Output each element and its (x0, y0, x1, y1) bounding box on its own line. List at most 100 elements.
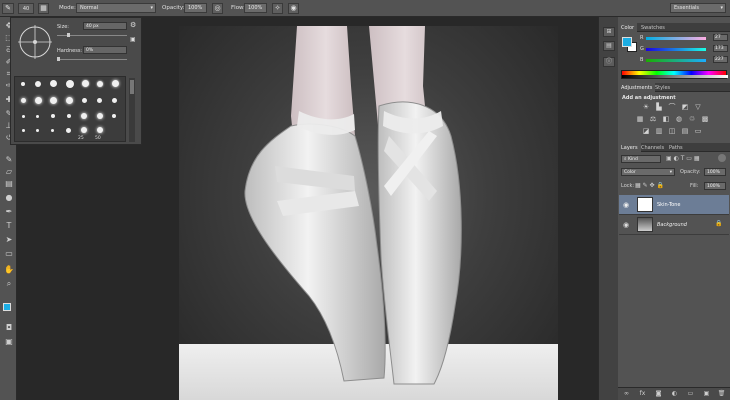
invert-icon[interactable]: ◪ (642, 127, 650, 135)
brush-preset[interactable] (66, 97, 73, 104)
color-balance-icon[interactable]: ⚖ (649, 115, 657, 123)
brush-preset[interactable] (50, 97, 57, 104)
brush-preset[interactable] (67, 114, 71, 118)
flow-field[interactable]: 100% (244, 3, 267, 13)
visibility-eye-icon[interactable]: ◉ (623, 201, 629, 209)
posterize-icon[interactable]: ▥ (655, 127, 663, 135)
brush-preset-picker[interactable]: 40 (18, 3, 34, 14)
tab-paths[interactable]: Paths (666, 143, 686, 153)
info-panel-icon[interactable]: ⓘ (603, 57, 615, 67)
eraser-tool-icon[interactable]: ▱ (4, 167, 14, 177)
brush-preset[interactable] (36, 129, 39, 132)
layer-row[interactable]: ◉ Background 🔒 (619, 215, 729, 235)
brush-preset[interactable] (112, 98, 117, 103)
new-adjustment-icon[interactable]: ◐ (670, 390, 679, 398)
brush-preset[interactable] (21, 98, 26, 103)
color-lookup-icon[interactable]: ▩ (701, 115, 709, 123)
gear-icon[interactable]: ⚙ (130, 21, 136, 29)
brush-preset[interactable] (112, 114, 116, 118)
brush-preset[interactable] (66, 128, 71, 133)
foreground-color-swatch[interactable] (622, 37, 632, 47)
brush-preset[interactable] (36, 115, 39, 118)
layer-filter-select[interactable]: ⌕ Kind (621, 155, 661, 163)
mode-select[interactable]: Normal ▾ (76, 3, 156, 13)
tab-swatches[interactable]: Swatches (638, 23, 668, 33)
blue-value[interactable]: 227 (713, 56, 728, 63)
brush-preset[interactable] (81, 113, 87, 119)
fill-field[interactable]: 100% (704, 182, 726, 190)
filter-toggle[interactable] (718, 154, 726, 162)
quick-mask-icon[interactable]: ◘ (4, 323, 14, 333)
pressure-size-icon[interactable]: ◉ (288, 3, 299, 14)
visibility-eye-icon[interactable]: ◉ (623, 221, 629, 229)
pen-tool-icon[interactable]: ✒ (4, 207, 14, 217)
gradient-tool-icon[interactable]: ▤ (4, 179, 14, 189)
brush-preset[interactable] (97, 98, 102, 103)
lock-icons[interactable]: ▦ ✎ ✥ 🔒 (635, 182, 664, 189)
new-layer-icon[interactable]: ▣ (702, 390, 711, 398)
brush-preset[interactable] (35, 81, 41, 87)
red-value[interactable]: 27 (713, 34, 728, 41)
zoom-tool-icon[interactable]: ⌕ (4, 279, 14, 289)
new-preset-icon[interactable]: ▣ (130, 36, 136, 43)
exposure-icon[interactable]: ◩ (681, 103, 689, 111)
vibrance-icon[interactable]: ▽ (694, 103, 702, 111)
dodge-tool-icon[interactable]: ● (4, 193, 14, 203)
preset-scrollbar[interactable] (129, 78, 135, 142)
path-select-tool-icon[interactable]: ➤ (4, 235, 14, 245)
pressure-opacity-icon[interactable]: ◎ (212, 3, 223, 14)
foreground-color-swatch[interactable] (3, 303, 11, 311)
link-layers-icon[interactable]: ∞ (622, 390, 631, 398)
layer-row-selected[interactable]: ◉ Skin-Tone (619, 195, 729, 215)
brush-preset[interactable] (51, 114, 55, 118)
brush-preset[interactable] (50, 80, 57, 87)
brush-preset[interactable] (51, 129, 54, 132)
hue-saturation-icon[interactable]: ▦ (636, 115, 644, 123)
green-value[interactable]: 173 (713, 45, 728, 52)
brush-preset[interactable] (66, 80, 74, 88)
hand-tool-icon[interactable]: ✋ (4, 265, 14, 275)
selective-color-icon[interactable]: ▤ (681, 127, 689, 135)
brush-tool-icon[interactable]: ✎ (2, 3, 14, 14)
new-group-icon[interactable]: ▭ (686, 390, 695, 398)
brush-angle-preview[interactable] (15, 22, 55, 62)
hardness-slider[interactable] (57, 59, 127, 60)
brightness-contrast-icon[interactable]: ☀ (642, 103, 650, 111)
size-slider-thumb[interactable] (67, 33, 70, 37)
document-canvas[interactable] (179, 26, 558, 400)
brush-preset[interactable] (22, 129, 25, 132)
tab-channels[interactable]: Channels (638, 143, 667, 153)
brush-preset[interactable] (97, 81, 103, 87)
threshold-icon[interactable]: ◫ (668, 127, 676, 135)
brush-panel-toggle-icon[interactable]: ▦ (38, 3, 49, 14)
red-slider[interactable] (646, 37, 706, 40)
type-tool-icon[interactable]: T (4, 221, 14, 231)
layer-opacity-field[interactable]: 100% (704, 168, 726, 176)
tab-adjustments[interactable]: Adjustments (618, 83, 656, 93)
brush-preset[interactable] (97, 127, 103, 133)
channel-mixer-icon[interactable]: ♲ (688, 115, 696, 123)
brush-preset[interactable] (21, 82, 25, 86)
hardness-slider-thumb[interactable] (57, 57, 60, 61)
add-mask-icon[interactable]: ◙ (654, 390, 663, 398)
blend-mode-select[interactable]: Color ▾ (621, 168, 675, 176)
tab-color[interactable]: Color (618, 23, 638, 33)
layer-name[interactable]: Background (657, 222, 687, 228)
size-field[interactable]: 40 px (83, 22, 127, 30)
airbrush-icon[interactable]: ✧ (272, 3, 283, 14)
brush-preset[interactable] (35, 97, 42, 104)
black-white-icon[interactable]: ◧ (662, 115, 670, 123)
curves-icon[interactable]: ⌒ (668, 103, 676, 111)
tab-styles[interactable]: Styles (652, 83, 673, 93)
brush-preset[interactable] (81, 127, 87, 133)
workspace-select[interactable]: Essentials ▾ (670, 3, 726, 13)
properties-panel-icon[interactable]: ▤ (603, 41, 615, 51)
layer-style-icon[interactable]: fx (638, 390, 647, 398)
blur-tool-icon[interactable]: ✎ (4, 155, 14, 165)
blue-slider[interactable] (646, 59, 706, 62)
brush-preset[interactable] (97, 113, 103, 119)
brush-preset[interactable] (112, 80, 119, 87)
gradient-map-icon[interactable]: ▭ (694, 127, 702, 135)
history-panel-icon[interactable]: ⊞ (603, 27, 615, 37)
layer-name[interactable]: Skin-Tone (657, 202, 680, 208)
